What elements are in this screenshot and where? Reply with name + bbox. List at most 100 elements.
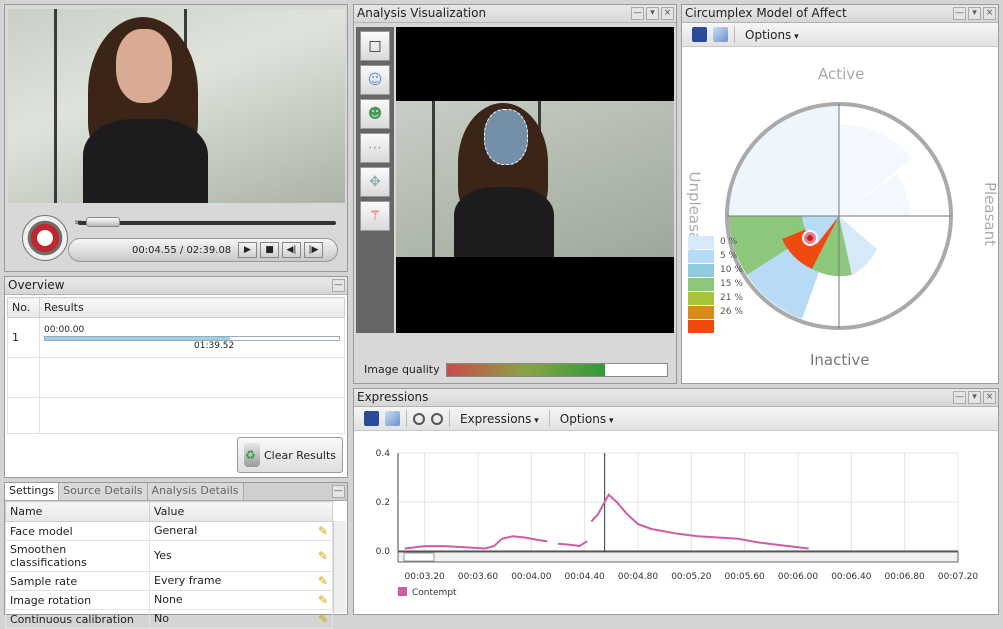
dropdown-icon[interactable]: ▾: [968, 391, 981, 404]
video-player-panel: = 00:04.55 / 02:39.08 ▶ ■ ◀| |▶: [4, 4, 348, 272]
dropdown-icon[interactable]: ▾: [646, 7, 659, 20]
column-header-name[interactable]: Name: [5, 501, 150, 522]
legend-item: 26 %: [688, 305, 744, 319]
series-line-contempt: [557, 540, 588, 548]
settings-scrollbar[interactable]: [333, 521, 346, 613]
zoom-in-icon[interactable]: [413, 412, 425, 425]
panel-title: Expressions: [357, 390, 429, 404]
record-button[interactable]: [22, 215, 68, 261]
swing-chain: [54, 9, 57, 203]
close-icon[interactable]: ×: [983, 391, 996, 404]
setting-value: General: [154, 524, 198, 537]
series-line-contempt: [590, 493, 809, 550]
visualization-tools: □ ☺ ☻ ⋯ ✥ ⚚: [356, 27, 394, 333]
expressions-toolbar: Expressions Options: [354, 407, 998, 431]
chart-legend-label: Contempt: [412, 588, 457, 598]
step-forward-button[interactable]: |▶: [304, 242, 323, 258]
face-points-tool-icon[interactable]: ⋯: [360, 133, 390, 163]
overview-panel: Overview — No. Results 1 00:00.00 01:39.…: [4, 276, 348, 478]
landmarks-tool-icon[interactable]: ✥: [360, 167, 390, 197]
panel-title: Circumplex Model of Affect: [685, 6, 847, 20]
column-header-value[interactable]: Value: [149, 501, 333, 522]
pencil-icon[interactable]: ✎: [318, 593, 328, 607]
result-end-time: 01:39.52: [194, 340, 235, 351]
legend-item: 5 %: [688, 249, 744, 263]
column-header-results[interactable]: Results: [39, 297, 345, 318]
tab-settings[interactable]: Settings: [5, 483, 60, 500]
setting-value: Yes: [154, 549, 172, 562]
legend-swatch: [688, 277, 714, 291]
face-mesh-tool-icon[interactable]: ☺: [360, 65, 390, 95]
face-model-tool-icon[interactable]: ☻: [360, 99, 390, 129]
legend-label: 21 %: [720, 293, 743, 303]
tab-analysis-details[interactable]: Analysis Details: [147, 483, 244, 500]
legend-item: 10 %: [688, 263, 744, 277]
settings-panel: Settings Source Details Analysis Details…: [4, 482, 348, 629]
settings-row[interactable]: Face model General ✎: [5, 521, 333, 541]
result-start-time: 00:00.00: [44, 324, 85, 335]
setting-name: Continuous calibration: [5, 609, 150, 629]
table-row[interactable]: 1 00:00.00 01:39.52: [7, 317, 345, 358]
analysis-frame: [396, 27, 674, 333]
minimize-icon[interactable]: —: [953, 7, 966, 20]
settings-row[interactable]: Smoothen classifications Yes ✎: [5, 540, 333, 572]
settings-row[interactable]: Sample rate Every frame ✎: [5, 571, 333, 591]
zoom-out-icon[interactable]: [431, 412, 443, 425]
step-back-button[interactable]: ◀|: [282, 242, 301, 258]
options-dropdown[interactable]: Options: [741, 28, 803, 42]
save-icon[interactable]: [364, 411, 379, 426]
legend-swatch: [688, 319, 714, 333]
settings-row[interactable]: Image rotation None ✎: [5, 590, 333, 610]
settings-table: Name Value Face model General ✎ Smoothen c…: [5, 501, 333, 629]
pencil-icon[interactable]: ✎: [318, 612, 328, 626]
toolbar-separator: [449, 410, 450, 427]
column-header-no[interactable]: No.: [7, 297, 40, 318]
minimize-icon[interactable]: —: [332, 485, 345, 498]
overview-titlebar: Overview —: [5, 277, 347, 295]
pencil-icon[interactable]: ✎: [318, 574, 328, 588]
toolbar-separator: [406, 410, 407, 427]
minimize-icon[interactable]: —: [631, 7, 644, 20]
clear-results-button[interactable]: Clear Results: [237, 437, 343, 473]
toolbar-separator: [734, 26, 735, 43]
frame-tool-icon[interactable]: □: [360, 31, 390, 61]
table-row: [7, 397, 345, 434]
seek-thumb[interactable]: [86, 217, 120, 227]
image-quality-bar: [446, 363, 668, 377]
legend-item: 21 %: [688, 291, 744, 305]
expressions-chart: 00:03.20 00:03.60 00:04.00 00:04.40 00:04.80…: [376, 449, 979, 598]
setting-value: Every frame: [154, 574, 222, 587]
minimize-icon[interactable]: —: [332, 279, 345, 292]
play-button[interactable]: ▶: [238, 242, 257, 258]
tab-source-details[interactable]: Source Details: [59, 483, 148, 500]
dropdown-icon[interactable]: ▾: [968, 7, 981, 20]
video-frame[interactable]: [8, 9, 345, 203]
setting-name: Sample rate: [5, 571, 150, 591]
x-tick-label: 00:04.80: [618, 572, 659, 582]
legend-swatch: [688, 305, 714, 319]
close-icon[interactable]: ×: [983, 7, 996, 20]
legend-swatch: [688, 249, 714, 263]
settings-row[interactable]: Continuous calibration No ✎: [5, 609, 333, 629]
x-tick-label: 00:04.40: [565, 572, 606, 582]
expressions-titlebar: Expressions — ▾ ×: [354, 389, 998, 407]
affect-marker-center: [807, 235, 813, 241]
pencil-icon[interactable]: ✎: [318, 524, 328, 538]
copy-icon[interactable]: [713, 27, 728, 42]
y-tick-label: 0.2: [376, 498, 390, 508]
stop-button[interactable]: ■: [260, 242, 279, 258]
expressions-dropdown[interactable]: Expressions: [456, 412, 543, 426]
time-readout: 00:04.55 / 02:39.08: [132, 245, 232, 256]
options-dropdown[interactable]: Options: [556, 412, 618, 426]
setting-name: Face model: [5, 521, 150, 541]
circumplex-panel: Circumplex Model of Affect — ▾ × Options…: [681, 4, 999, 384]
axes-tool-icon[interactable]: ⚚: [360, 201, 390, 231]
copy-icon[interactable]: [385, 411, 400, 426]
chart-legend-swatch: [398, 587, 407, 596]
analysis-visualization-panel: Analysis Visualization — ▾ × □ ☺ ☻ ⋯ ✥ ⚚…: [353, 4, 677, 384]
close-icon[interactable]: ×: [661, 7, 674, 20]
pencil-icon[interactable]: ✎: [318, 549, 328, 563]
person-body: [83, 119, 208, 203]
save-icon[interactable]: [692, 27, 707, 42]
minimize-icon[interactable]: —: [953, 391, 966, 404]
